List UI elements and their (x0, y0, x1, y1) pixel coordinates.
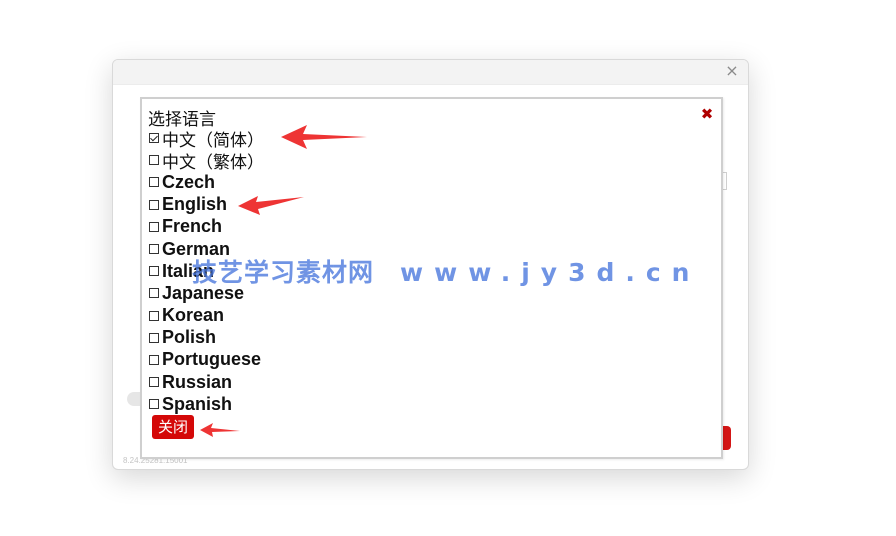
checkbox[interactable] (149, 310, 159, 321)
checkbox[interactable] (149, 266, 159, 277)
close-button[interactable]: 关闭 (152, 415, 195, 439)
language-label: Russian (162, 371, 233, 392)
language-option-korean[interactable]: Korean (149, 305, 264, 327)
language-option-zh-hans[interactable]: 中文（简体） (149, 127, 264, 151)
checkbox[interactable] (149, 377, 159, 388)
language-option-zh-hant[interactable]: 中文（繁体） (149, 149, 264, 173)
outer-titlebar: × (113, 60, 748, 85)
checkbox[interactable] (149, 399, 159, 410)
language-option-russian[interactable]: Russian (149, 371, 264, 393)
checkbox[interactable] (149, 221, 159, 232)
watermark: 技艺学习素材网 www.jy3d.cn (192, 253, 700, 289)
language-label: Korean (162, 305, 225, 326)
language-label: Czech (162, 171, 216, 192)
annotation-arrow-icon (281, 125, 367, 149)
language-label: Portuguese (162, 349, 262, 370)
language-label: English (162, 194, 228, 215)
language-option-polish[interactable]: Polish (149, 327, 264, 349)
annotation-arrow-icon (238, 196, 304, 215)
panel-close-icon[interactable]: ✖ (699, 106, 715, 122)
checkbox[interactable] (149, 332, 159, 343)
checkbox[interactable] (149, 199, 159, 210)
language-label: 中文（繁体） (162, 152, 264, 173)
watermark-site-name: 技艺学习素材网 (192, 258, 375, 287)
checkbox[interactable] (149, 177, 159, 188)
language-label: Polish (162, 327, 217, 348)
checkbox[interactable] (149, 155, 159, 166)
checkbox[interactable] (149, 133, 159, 144)
language-option-czech[interactable]: Czech (149, 171, 264, 193)
checkbox[interactable] (149, 354, 159, 365)
outer-close-icon[interactable]: × (724, 63, 740, 79)
checkbox[interactable] (149, 288, 159, 299)
language-label: Spanish (162, 393, 233, 414)
annotation-arrow-icon (200, 423, 240, 437)
language-option-french[interactable]: French (149, 216, 264, 238)
watermark-url: www.jy3d.cn (400, 258, 701, 287)
language-option-spanish[interactable]: Spanish (149, 393, 264, 415)
checkbox[interactable] (149, 244, 159, 255)
language-option-portuguese[interactable]: Portuguese (149, 349, 264, 371)
language-label: French (162, 216, 223, 237)
